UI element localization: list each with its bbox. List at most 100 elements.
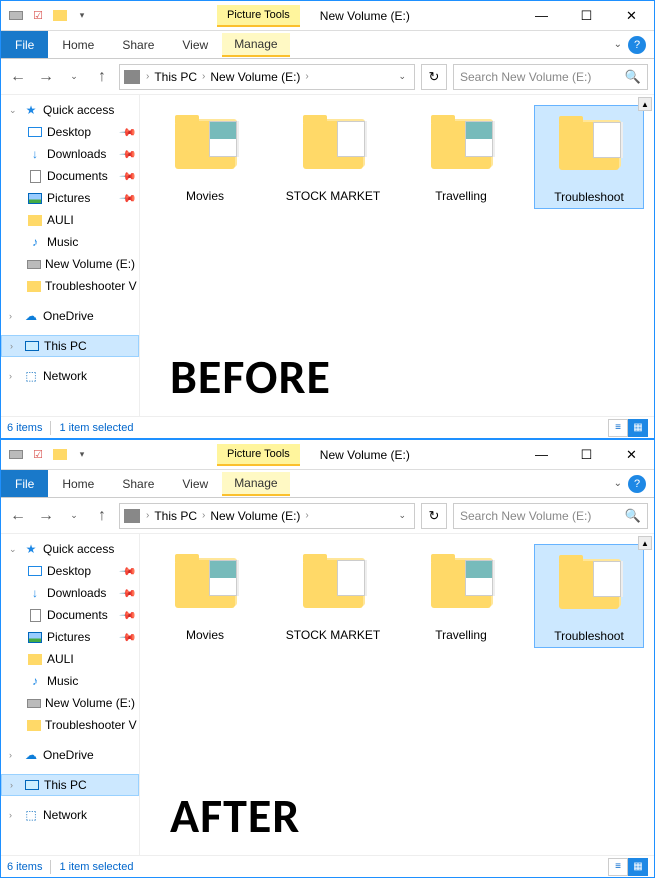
sidebar-quickaccess[interactable]: ⌄ ★ Quick access <box>1 538 139 560</box>
maximize-button[interactable]: ☐ <box>564 2 609 30</box>
address-bar[interactable]: › This PC › New Volume (E:) › ⌄ <box>119 503 415 529</box>
sidebar-thispc[interactable]: › This PC <box>1 774 139 796</box>
expand-icon[interactable]: › <box>9 311 19 321</box>
details-view-button[interactable]: ≡ <box>608 858 628 876</box>
ribbon-tab[interactable]: View <box>168 38 222 52</box>
sidebar-item[interactable]: AULI <box>1 648 139 670</box>
ribbon-context-tab[interactable]: Manage <box>222 472 289 496</box>
help-icon[interactable]: ? <box>628 475 646 493</box>
pc-icon <box>24 778 40 792</box>
recent-dropdown-icon[interactable]: ⌄ <box>63 66 85 88</box>
ribbon-tab[interactable]: Home <box>48 477 108 491</box>
ribbon-context-tab[interactable]: Manage <box>222 33 289 57</box>
folder-item[interactable]: Travelling <box>406 544 516 642</box>
folder-icon <box>165 544 245 624</box>
back-button[interactable]: ← <box>7 505 29 527</box>
close-button[interactable]: ✕ <box>609 2 654 30</box>
sidebar-item[interactable]: ↓ Downloads 📌 <box>1 143 139 165</box>
maximize-button[interactable]: ☐ <box>564 441 609 469</box>
sidebar-item[interactable]: AULI <box>1 209 139 231</box>
sidebar-item[interactable]: ♪ Music <box>1 670 139 692</box>
sidebar-network[interactable]: › ⬚ Network <box>1 365 139 387</box>
new-folder-icon[interactable] <box>51 7 69 25</box>
recent-dropdown-icon[interactable]: ⌄ <box>63 505 85 527</box>
folder-item[interactable]: STOCK MARKET <box>278 544 388 642</box>
folder-item[interactable]: Troubleshoot <box>534 105 644 209</box>
breadcrumb-segment[interactable]: New Volume (E:) <box>207 70 303 84</box>
star-icon: ★ <box>23 103 39 117</box>
sidebar-quickaccess[interactable]: ⌄ ★ Quick access <box>1 99 139 121</box>
qat-dropdown-icon[interactable]: ▾ <box>73 446 91 464</box>
expand-icon[interactable]: › <box>10 341 20 351</box>
address-dropdown-icon[interactable]: ⌄ <box>394 71 410 82</box>
expand-icon[interactable]: › <box>9 810 19 820</box>
search-input[interactable]: Search New Volume (E:) 🔍 <box>453 64 648 90</box>
sidebar-item[interactable]: Troubleshooter V <box>1 714 139 736</box>
chevron-right-icon: › <box>303 71 310 82</box>
sidebar-item[interactable]: Documents 📌 <box>1 604 139 626</box>
search-input[interactable]: Search New Volume (E:) 🔍 <box>453 503 648 529</box>
scroll-up-button[interactable]: ▲ <box>638 97 652 111</box>
breadcrumb-segment[interactable]: This PC <box>151 70 200 84</box>
icons-view-button[interactable]: ▦ <box>628 858 648 876</box>
details-view-button[interactable]: ≡ <box>608 419 628 437</box>
minimize-button[interactable]: — <box>519 441 564 469</box>
sidebar-item[interactable]: ↓ Downloads 📌 <box>1 582 139 604</box>
sidebar-onedrive[interactable]: › ☁ OneDrive <box>1 305 139 327</box>
scroll-up-button[interactable]: ▲ <box>638 536 652 550</box>
body: ⌄ ★ Quick access Desktop 📌 ↓ Downloads 📌… <box>1 534 654 855</box>
content-pane[interactable]: ▲ Movies STOCK MARKET Travelling <box>140 95 654 416</box>
refresh-button[interactable]: ↻ <box>421 64 447 90</box>
new-folder-icon[interactable] <box>51 446 69 464</box>
forward-button[interactable]: → <box>35 66 57 88</box>
folder-item[interactable]: Movies <box>150 105 260 203</box>
expand-icon[interactable]: › <box>10 780 20 790</box>
icons-view-button[interactable]: ▦ <box>628 419 648 437</box>
collapse-icon[interactable]: ⌄ <box>9 544 19 555</box>
address-dropdown-icon[interactable]: ⌄ <box>394 510 410 521</box>
expand-icon[interactable]: › <box>9 750 19 760</box>
breadcrumb-segment[interactable]: This PC <box>151 509 200 523</box>
ribbon-expand-icon[interactable]: ⌄ <box>614 478 622 489</box>
sidebar-network[interactable]: › ⬚ Network <box>1 804 139 826</box>
ribbon-expand-icon[interactable]: ⌄ <box>614 39 622 50</box>
sidebar-item[interactable]: ♪ Music <box>1 231 139 253</box>
sidebar-thispc[interactable]: › This PC <box>1 335 139 357</box>
up-button[interactable]: ↑ <box>91 66 113 88</box>
sidebar-item[interactable]: Pictures 📌 <box>1 626 139 648</box>
sidebar-item[interactable]: New Volume (E:) <box>1 692 139 714</box>
ribbon-tab[interactable]: Share <box>108 477 168 491</box>
sidebar-item[interactable]: Desktop 📌 <box>1 121 139 143</box>
breadcrumb-segment[interactable]: New Volume (E:) <box>207 509 303 523</box>
file-tab[interactable]: File <box>1 31 48 58</box>
collapse-icon[interactable]: ⌄ <box>9 105 19 116</box>
ribbon-tab[interactable]: Share <box>108 38 168 52</box>
properties-icon[interactable]: ☑ <box>29 446 47 464</box>
close-button[interactable]: ✕ <box>609 441 654 469</box>
sidebar-item[interactable]: Desktop 📌 <box>1 560 139 582</box>
file-tab[interactable]: File <box>1 470 48 497</box>
ribbon: File HomeShareView Manage ⌄ ? <box>1 31 654 59</box>
refresh-button[interactable]: ↻ <box>421 503 447 529</box>
sidebar-item[interactable]: Documents 📌 <box>1 165 139 187</box>
sidebar-onedrive[interactable]: › ☁ OneDrive <box>1 744 139 766</box>
sidebar-item[interactable]: Troubleshooter V <box>1 275 139 297</box>
forward-button[interactable]: → <box>35 505 57 527</box>
ribbon-tab[interactable]: Home <box>48 38 108 52</box>
help-icon[interactable]: ? <box>628 36 646 54</box>
sidebar-item[interactable]: New Volume (E:) <box>1 253 139 275</box>
folder-item[interactable]: Travelling <box>406 105 516 203</box>
qat-dropdown-icon[interactable]: ▾ <box>73 7 91 25</box>
folder-item[interactable]: Movies <box>150 544 260 642</box>
content-pane[interactable]: ▲ Movies STOCK MARKET Travelling <box>140 534 654 855</box>
back-button[interactable]: ← <box>7 66 29 88</box>
sidebar-item[interactable]: Pictures 📌 <box>1 187 139 209</box>
up-button[interactable]: ↑ <box>91 505 113 527</box>
address-bar[interactable]: › This PC › New Volume (E:) › ⌄ <box>119 64 415 90</box>
expand-icon[interactable]: › <box>9 371 19 381</box>
minimize-button[interactable]: — <box>519 2 564 30</box>
ribbon-tab[interactable]: View <box>168 477 222 491</box>
folder-item[interactable]: STOCK MARKET <box>278 105 388 203</box>
properties-icon[interactable]: ☑ <box>29 7 47 25</box>
folder-item[interactable]: Troubleshoot <box>534 544 644 648</box>
